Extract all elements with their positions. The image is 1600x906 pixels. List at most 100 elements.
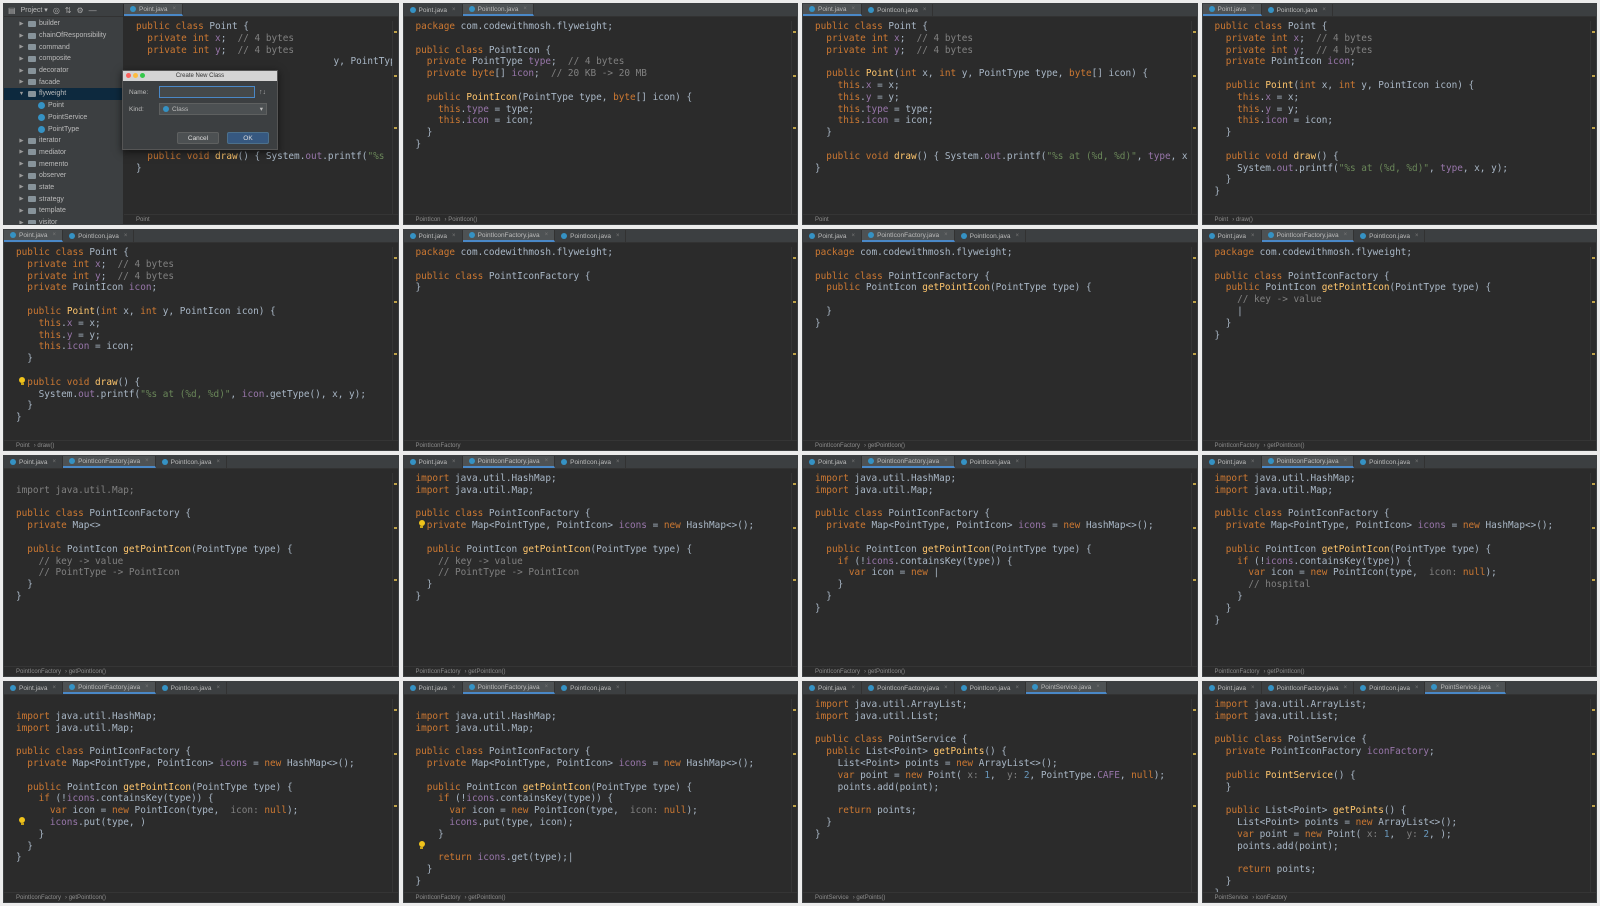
tab-point[interactable]: Point.java ×	[404, 682, 463, 694]
close-icon[interactable]: ×	[1496, 684, 1500, 690]
code-editor[interactable]: import java.util.Map; public class PointI…	[4, 473, 392, 666]
class-name-input[interactable]	[159, 86, 255, 98]
close-icon[interactable]: ×	[852, 685, 856, 691]
tree-item-PointType[interactable]: PointType	[4, 123, 123, 135]
close-icon[interactable]: ×	[124, 233, 128, 239]
tab-point[interactable]: Point.java ×	[803, 230, 863, 242]
close-icon[interactable]: ×	[1415, 459, 1419, 465]
tab-pointicon[interactable]: PointIcon.java ×	[1354, 682, 1426, 694]
tree-item-strategy[interactable]: ▶ strategy	[4, 193, 123, 205]
collapse-icon[interactable]: ⇅	[65, 6, 72, 15]
error-stripe[interactable]	[1190, 473, 1197, 666]
tree-item-template[interactable]: ▶ template	[4, 205, 123, 217]
close-icon[interactable]: ×	[145, 684, 149, 690]
code-editor[interactable]: import java.util.HashMap; import java.uti…	[404, 699, 792, 892]
close-icon[interactable]: ×	[1251, 685, 1255, 691]
tree-item-command[interactable]: ▶ command	[4, 41, 123, 53]
error-stripe[interactable]	[791, 699, 797, 892]
tab-point[interactable]: Point.java ×	[404, 230, 463, 242]
error-stripe[interactable]	[1590, 21, 1596, 214]
code-editor[interactable]: public class Point { private int x; // 4…	[1203, 21, 1591, 214]
tab-point[interactable]: Point.java ×	[1202, 4, 1262, 16]
tab-point[interactable]: Point.java ×	[1203, 230, 1262, 242]
breadcrumb-item[interactable]: › getPointIcon()	[1264, 443, 1305, 449]
code-editor[interactable]: import java.util.HashMap; import java.uti…	[803, 473, 1191, 666]
minimize-icon[interactable]: —	[89, 6, 97, 15]
warning-marker[interactable]	[1192, 805, 1196, 808]
close-icon[interactable]: ×	[145, 458, 149, 464]
breadcrumb-item[interactable]: PointIconFactory	[16, 669, 61, 675]
sort-icon[interactable]: ↑↓	[259, 89, 266, 96]
tab-point[interactable]: Point.java ×	[404, 456, 463, 468]
collapsed-arrow-icon[interactable]: ▶	[18, 196, 25, 202]
tree-item-observer[interactable]: ▶ observer	[4, 170, 123, 182]
tab-point[interactable]: Point.java ×	[4, 456, 64, 468]
breadcrumb-item[interactable]: Point	[16, 443, 30, 449]
warning-marker[interactable]	[1592, 127, 1595, 130]
warning-marker[interactable]	[1192, 30, 1196, 33]
tree-item-facade[interactable]: ▶ facade	[4, 76, 123, 88]
collapsed-arrow-icon[interactable]: ▶	[18, 161, 25, 167]
project-panel-header[interactable]: ▤ Project ▾ ◎ ⇅ ⚙ —	[4, 4, 123, 17]
tab-pointicon[interactable]: PointIcon.java ×	[63, 230, 135, 242]
tab-pointservice[interactable]: PointService.java ×	[1025, 682, 1107, 694]
close-icon[interactable]: ×	[1344, 685, 1348, 691]
tree-item-Point[interactable]: Point	[4, 100, 123, 112]
collapsed-arrow-icon[interactable]: ▶	[18, 21, 25, 27]
code-editor[interactable]: import java.util.HashMap; import java.uti…	[404, 473, 792, 666]
breadcrumb-item[interactable]: › getPointIcon()	[864, 443, 905, 449]
collapsed-arrow-icon[interactable]: ▶	[18, 33, 25, 39]
collapsed-arrow-icon[interactable]: ▶	[18, 138, 25, 144]
warning-marker[interactable]	[1192, 75, 1196, 78]
close-icon[interactable]: ×	[1415, 233, 1419, 239]
close-icon[interactable]: ×	[452, 233, 456, 239]
warning-marker[interactable]	[793, 708, 796, 711]
minimize-window-button[interactable]	[133, 73, 138, 78]
ok-button[interactable]: OK	[227, 132, 269, 144]
close-icon[interactable]: ×	[452, 459, 456, 465]
tab-pointiconfactory[interactable]: PointIconFactory.java ×	[862, 456, 955, 468]
close-window-button[interactable]	[126, 73, 131, 78]
maximize-window-button[interactable]	[140, 73, 145, 78]
kind-select[interactable]: Class ▾	[159, 103, 267, 115]
warning-marker[interactable]	[393, 75, 397, 78]
tab-pointicon[interactable]: PointIcon.java ×	[555, 456, 627, 468]
error-stripe[interactable]	[1190, 699, 1197, 892]
warning-marker[interactable]	[793, 753, 796, 756]
warning-marker[interactable]	[393, 30, 397, 33]
warning-marker[interactable]	[793, 482, 796, 485]
close-icon[interactable]: ×	[1322, 7, 1326, 13]
tab-pointicon[interactable]: PointIcon.java ×	[955, 682, 1026, 694]
warning-marker[interactable]	[393, 256, 397, 259]
code-editor[interactable]: import java.util.HashMap; import java.uti…	[1203, 473, 1591, 666]
tab-pointservice[interactable]: PointService.java ×	[1425, 682, 1507, 694]
warning-marker[interactable]	[1192, 301, 1196, 304]
warning-marker[interactable]	[1592, 527, 1595, 530]
error-stripe[interactable]	[391, 699, 398, 892]
warning-marker[interactable]	[1192, 708, 1196, 711]
close-icon[interactable]: ×	[852, 6, 856, 12]
intention-bulb-icon[interactable]	[418, 840, 426, 850]
tree-item-PointService[interactable]: PointService	[4, 112, 123, 124]
tab-pointiconfactory[interactable]: PointIconFactory.java ×	[1261, 456, 1355, 468]
close-icon[interactable]: ×	[616, 685, 620, 691]
collapsed-arrow-icon[interactable]: ▶	[18, 184, 25, 190]
collapsed-arrow-icon[interactable]: ▶	[18, 173, 25, 179]
tree-item-decorator[interactable]: ▶ decorator	[4, 65, 123, 77]
tab-pointicon[interactable]: PointIcon.java ×	[462, 4, 534, 16]
warning-marker[interactable]	[393, 753, 397, 756]
close-icon[interactable]: ×	[452, 7, 456, 13]
tab-point[interactable]: Point.java ×	[803, 456, 863, 468]
breadcrumb-item[interactable]: › getPointIcon()	[465, 895, 506, 901]
code-editor[interactable]: public class Point { private int x; // 4…	[4, 247, 392, 440]
code-editor[interactable]: package com.codewithmosh.flyweight; publi…	[1203, 247, 1591, 440]
tree-item-visitor[interactable]: ▶ visitor	[4, 217, 123, 224]
warning-marker[interactable]	[1592, 301, 1595, 304]
breadcrumb-item[interactable]: › PointIcon()	[445, 217, 478, 223]
warning-marker[interactable]	[1192, 753, 1196, 756]
chevron-down-icon[interactable]: ▾	[260, 105, 266, 113]
close-icon[interactable]: ×	[1344, 458, 1348, 464]
project-title[interactable]: Project ▾	[21, 6, 48, 14]
gear-icon[interactable]: ⚙	[77, 6, 84, 15]
error-stripe[interactable]	[391, 473, 398, 666]
